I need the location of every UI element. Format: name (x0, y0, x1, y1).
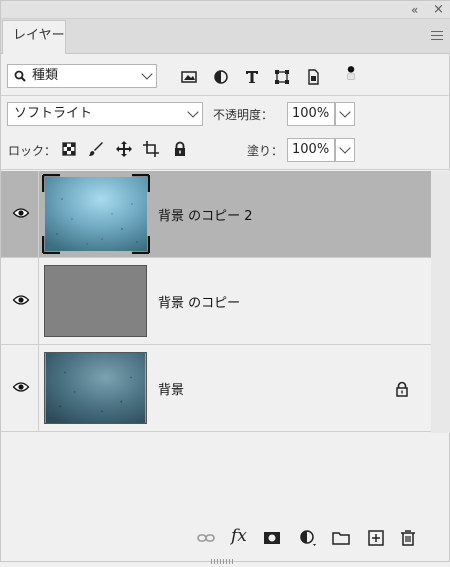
opacity-label: 不透明度： (213, 108, 274, 122)
layer-row[interactable]: 背景 のコピー 2 (1, 171, 431, 258)
eye-icon[interactable] (13, 381, 29, 393)
link-layers-icon[interactable] (197, 529, 215, 547)
layers-panel: « × レイヤー 種類 ソフトライト 不透明度： 100% ロック： 塗り： 1… (0, 0, 450, 564)
add-mask-icon[interactable] (263, 529, 281, 547)
eye-icon[interactable] (13, 207, 29, 219)
fill-field[interactable]: 100% (287, 138, 335, 162)
eye-icon[interactable] (13, 294, 29, 306)
layer-row[interactable]: 背景 のコピー (1, 258, 431, 345)
adjustment-filter-icon[interactable] (213, 69, 229, 85)
opacity-field[interactable]: 100% (287, 102, 335, 126)
layers-scrollbar[interactable] (431, 171, 450, 433)
chevron-down-icon (141, 68, 153, 80)
close-button[interactable]: × (433, 2, 444, 18)
chevron-down-icon (187, 106, 199, 118)
lock-image-icon[interactable] (88, 141, 104, 157)
filter-kind-select[interactable]: 種類 (7, 64, 157, 88)
layer-name: 背景 のコピー 2 (158, 209, 253, 224)
fill-dropdown-button[interactable] (335, 138, 355, 162)
lock-transparent-icon[interactable] (61, 141, 77, 157)
chevron-down-icon (339, 142, 351, 154)
tab-layers[interactable]: レイヤー (2, 20, 66, 54)
lock-label: ロック： (8, 144, 57, 158)
panel-menu-icon[interactable] (431, 31, 443, 40)
filter-toggle-icon[interactable] (343, 65, 359, 81)
layers-footer-toolbar: fx (1, 519, 450, 555)
lock-all-icon[interactable] (172, 141, 188, 157)
delete-layer-icon[interactable] (399, 529, 417, 547)
layer-thumbnail (44, 352, 147, 424)
tab-row: レイヤー (1, 19, 450, 54)
visibility-cell[interactable] (1, 258, 39, 344)
lock-position-icon[interactable] (116, 141, 132, 157)
panel-header-bar: « × (1, 1, 450, 19)
layer-thumbnail (42, 174, 150, 254)
lock-icon (396, 381, 408, 397)
search-icon (14, 70, 26, 82)
blend-mode-select[interactable]: ソフトライト (7, 102, 203, 126)
resize-grip[interactable] (211, 553, 241, 564)
layer-row[interactable]: 背景 (1, 345, 431, 432)
opacity-dropdown-button[interactable] (335, 102, 355, 126)
fill-label: 塗り： (247, 144, 284, 158)
lock-artboard-icon[interactable] (143, 141, 159, 157)
layer-name: 背景 のコピー (158, 296, 241, 311)
new-adjustment-icon[interactable] (299, 529, 317, 547)
filter-kind-label: 種類 (32, 68, 59, 83)
visibility-cell[interactable] (1, 171, 39, 257)
new-layer-icon[interactable] (367, 529, 385, 547)
chevron-down-icon (339, 106, 351, 118)
layer-thumbnail (44, 265, 147, 337)
blend-mode-value: ソフトライト (14, 106, 93, 121)
text-filter-icon[interactable] (244, 69, 260, 85)
image-filter-icon[interactable] (181, 69, 197, 85)
shape-filter-icon[interactable] (274, 69, 290, 85)
smart-object-filter-icon[interactable] (305, 69, 321, 85)
fx-icon[interactable]: fx (231, 526, 249, 546)
layer-name: 背景 (158, 383, 185, 398)
visibility-cell[interactable] (1, 345, 39, 431)
new-group-icon[interactable] (332, 529, 350, 547)
collapse-button[interactable]: « (411, 2, 418, 18)
